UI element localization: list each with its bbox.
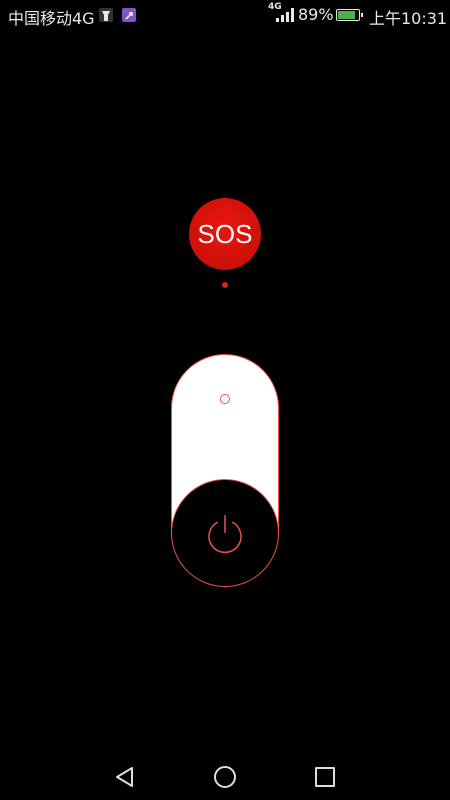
carrier-name: 中国移动4G: [8, 9, 95, 28]
power-icon: [208, 515, 242, 553]
status-time: 上午10:31: [369, 9, 448, 28]
back-icon[interactable]: [114, 766, 136, 788]
sos-label: SOS: [197, 218, 253, 249]
signal-icon: [276, 8, 294, 22]
app-notification-icon: [122, 8, 136, 22]
flashlight-notification-icon: [99, 8, 113, 22]
sos-indicator-dot: [222, 282, 228, 288]
home-icon[interactable]: [214, 766, 236, 788]
battery-icon: [336, 9, 363, 21]
recent-apps-icon[interactable]: [315, 767, 335, 787]
battery-level-fill: [338, 11, 355, 19]
status-bar: 中国移动4G 4G 89% 上午10:31: [0, 0, 450, 32]
slider-target-marker: [220, 394, 230, 404]
battery-percent: 89%: [298, 5, 334, 24]
sos-button[interactable]: SOS: [189, 198, 261, 270]
